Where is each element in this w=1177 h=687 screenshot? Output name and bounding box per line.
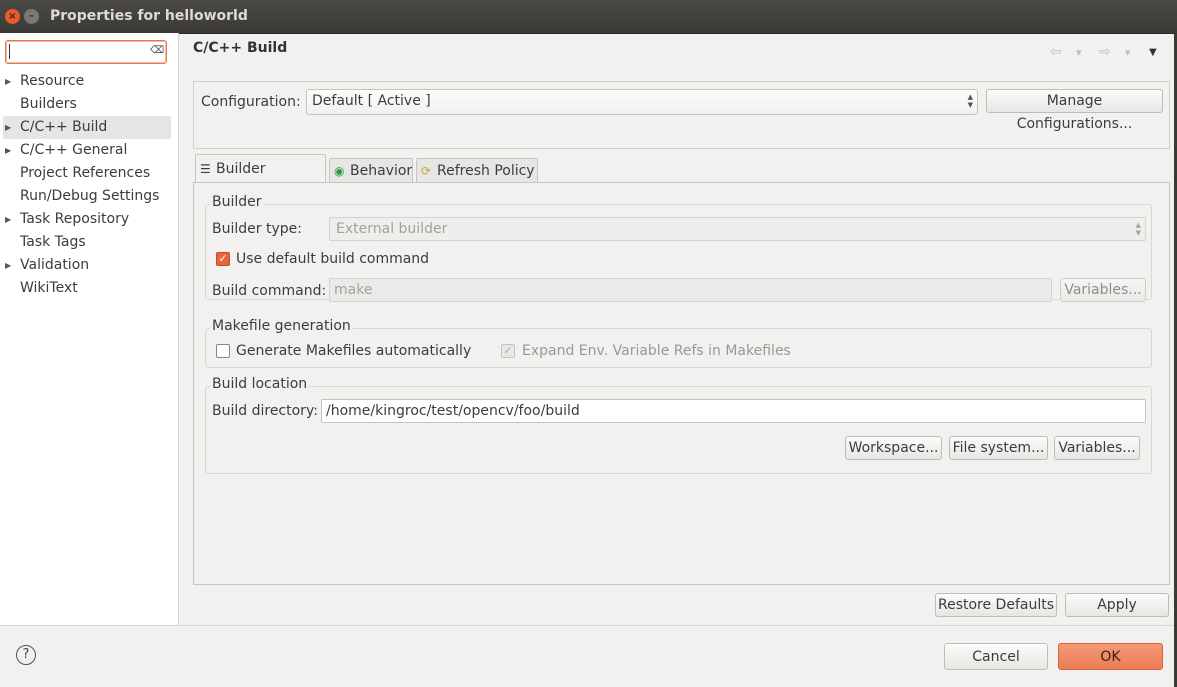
builder-variables-button[interactable]: Variables...: [1060, 278, 1146, 302]
restore-defaults-button[interactable]: Restore Defaults: [935, 593, 1057, 617]
manage-configurations-button[interactable]: Manage Configurations...: [986, 89, 1163, 132]
expand-arrow-icon[interactable]: ▶: [5, 70, 11, 93]
tab-refresh-policy[interactable]: ⟳ Refresh Policy: [416, 158, 538, 183]
updown-icon: ▲ ▼: [1135, 221, 1141, 237]
configuration-group: Configuration: Default [ Active ] ▲ ▼ Man…: [193, 81, 1170, 149]
expand-arrow-icon[interactable]: ▶: [5, 116, 11, 139]
expand-arrow-icon[interactable]: ▶: [5, 208, 11, 231]
configuration-select[interactable]: Default [ Active ] ▲ ▼: [306, 89, 978, 115]
builder-group-title: Builder: [210, 194, 264, 210]
expand-arrow-icon[interactable]: ▶: [5, 139, 11, 162]
sidebar: ⌫ ▶ Resource Builders ▶ C/C++ Build ▶ C/…: [0, 33, 179, 625]
generate-makefiles-label: Generate Makefiles automatically: [236, 343, 472, 359]
ok-button[interactable]: OK: [1058, 643, 1163, 670]
build-directory-input[interactable]: /home/kingroc/test/opencv/foo/build: [321, 399, 1146, 423]
back-history-chevron-down-icon[interactable]: ▾: [1076, 46, 1082, 59]
expand-env-refs-label: Expand Env. Variable Refs in Makefiles: [522, 343, 791, 359]
tree-item-label: Task Tags: [20, 234, 86, 250]
tree-item-label: Resource: [20, 73, 85, 89]
builder-type-label: Builder type:: [212, 221, 302, 237]
page-title: C/C++ Build: [193, 40, 288, 56]
tree-item-builders[interactable]: Builders: [0, 93, 178, 116]
tree-item-label: Run/Debug Settings: [20, 188, 160, 204]
property-tree: ▶ Resource Builders ▶ C/C++ Build ▶ C/C+…: [0, 70, 178, 300]
tree-item-label: Builders: [20, 96, 77, 112]
filter-input[interactable]: ⌫: [5, 40, 167, 64]
tree-item-task-repository[interactable]: ▶ Task Repository: [0, 208, 178, 231]
build-command-label: Build command:: [212, 283, 327, 299]
tree-item-task-tags[interactable]: Task Tags: [0, 231, 178, 254]
configuration-value: Default [ Active ]: [312, 93, 431, 109]
updown-icon: ▲ ▼: [967, 93, 973, 109]
expand-env-refs-checkbox[interactable]: ✓: [501, 344, 515, 358]
builder-type-select[interactable]: External builder ▲ ▼: [329, 217, 1146, 241]
use-default-build-command-label: Use default build command: [236, 251, 430, 267]
builder-type-value: External builder: [336, 221, 448, 237]
tree-item-label: Project References: [20, 165, 151, 181]
window-titlebar: × – Properties for helloworld: [0, 0, 1177, 34]
location-variables-button[interactable]: Variables...: [1054, 436, 1140, 460]
page-navigation: ⇦ ▾ ⇨ ▾ ▼: [1050, 44, 1165, 62]
apply-button[interactable]: Apply: [1065, 593, 1169, 617]
tree-item-label: Task Repository: [20, 211, 130, 227]
tree-item-label: WikiText: [20, 280, 78, 296]
tab-behavior[interactable]: ◉ Behavior: [329, 158, 413, 183]
build-directory-label: Build directory:: [212, 403, 318, 419]
expand-arrow-icon[interactable]: ▶: [5, 254, 11, 277]
minimize-window-button[interactable]: –: [24, 9, 39, 24]
clear-filter-icon[interactable]: ⌫: [150, 45, 164, 56]
text-caret: [9, 44, 10, 59]
tree-item-cpp-general[interactable]: ▶ C/C++ General: [0, 139, 178, 162]
configuration-label: Configuration:: [201, 94, 301, 110]
builder-settings-panel: Builder Builder type: External builder ▲…: [193, 182, 1170, 585]
window-title: Properties for helloworld: [50, 8, 248, 24]
refresh-policy-icon: ⟳: [421, 164, 432, 178]
use-default-build-command-checkbox[interactable]: ✓: [216, 252, 230, 266]
build-command-input[interactable]: make: [329, 278, 1052, 302]
tab-label: Behavior: [350, 163, 413, 179]
tree-item-project-references[interactable]: Project References: [0, 162, 178, 185]
generate-makefiles-checkbox[interactable]: [216, 344, 230, 358]
makefile-generation-title: Makefile generation: [210, 318, 353, 334]
close-window-button[interactable]: ×: [5, 9, 20, 24]
back-arrow-icon[interactable]: ⇦: [1050, 44, 1062, 60]
tab-label: Refresh Policy: [437, 163, 535, 179]
tree-item-run-debug-settings[interactable]: Run/Debug Settings: [0, 185, 178, 208]
cancel-button[interactable]: Cancel: [944, 643, 1048, 670]
tree-item-wikitext[interactable]: WikiText: [0, 277, 178, 300]
dialog-separator: [0, 625, 1174, 626]
tree-item-label: C/C++ Build: [20, 119, 108, 135]
tree-item-resource[interactable]: ▶ Resource: [0, 70, 178, 93]
tree-item-cpp-build[interactable]: ▶ C/C++ Build: [3, 116, 171, 139]
tab-builder-settings[interactable]: ☰ Builder Settings: [195, 154, 326, 205]
forward-arrow-icon[interactable]: ⇨: [1099, 44, 1111, 60]
workspace-button[interactable]: Workspace...: [845, 436, 942, 460]
document-list-icon: ☰: [200, 162, 211, 176]
build-location-title: Build location: [210, 376, 310, 392]
forward-history-chevron-down-icon[interactable]: ▾: [1125, 46, 1131, 59]
file-system-button[interactable]: File system...: [949, 436, 1048, 460]
tree-item-label: C/C++ General: [20, 142, 128, 158]
tree-item-label: Validation: [20, 257, 90, 273]
view-menu-icon[interactable]: ▼: [1149, 47, 1157, 58]
radio-behavior-icon: ◉: [334, 164, 345, 178]
help-icon[interactable]: ?: [16, 645, 36, 665]
tree-item-validation[interactable]: ▶ Validation: [0, 254, 178, 277]
